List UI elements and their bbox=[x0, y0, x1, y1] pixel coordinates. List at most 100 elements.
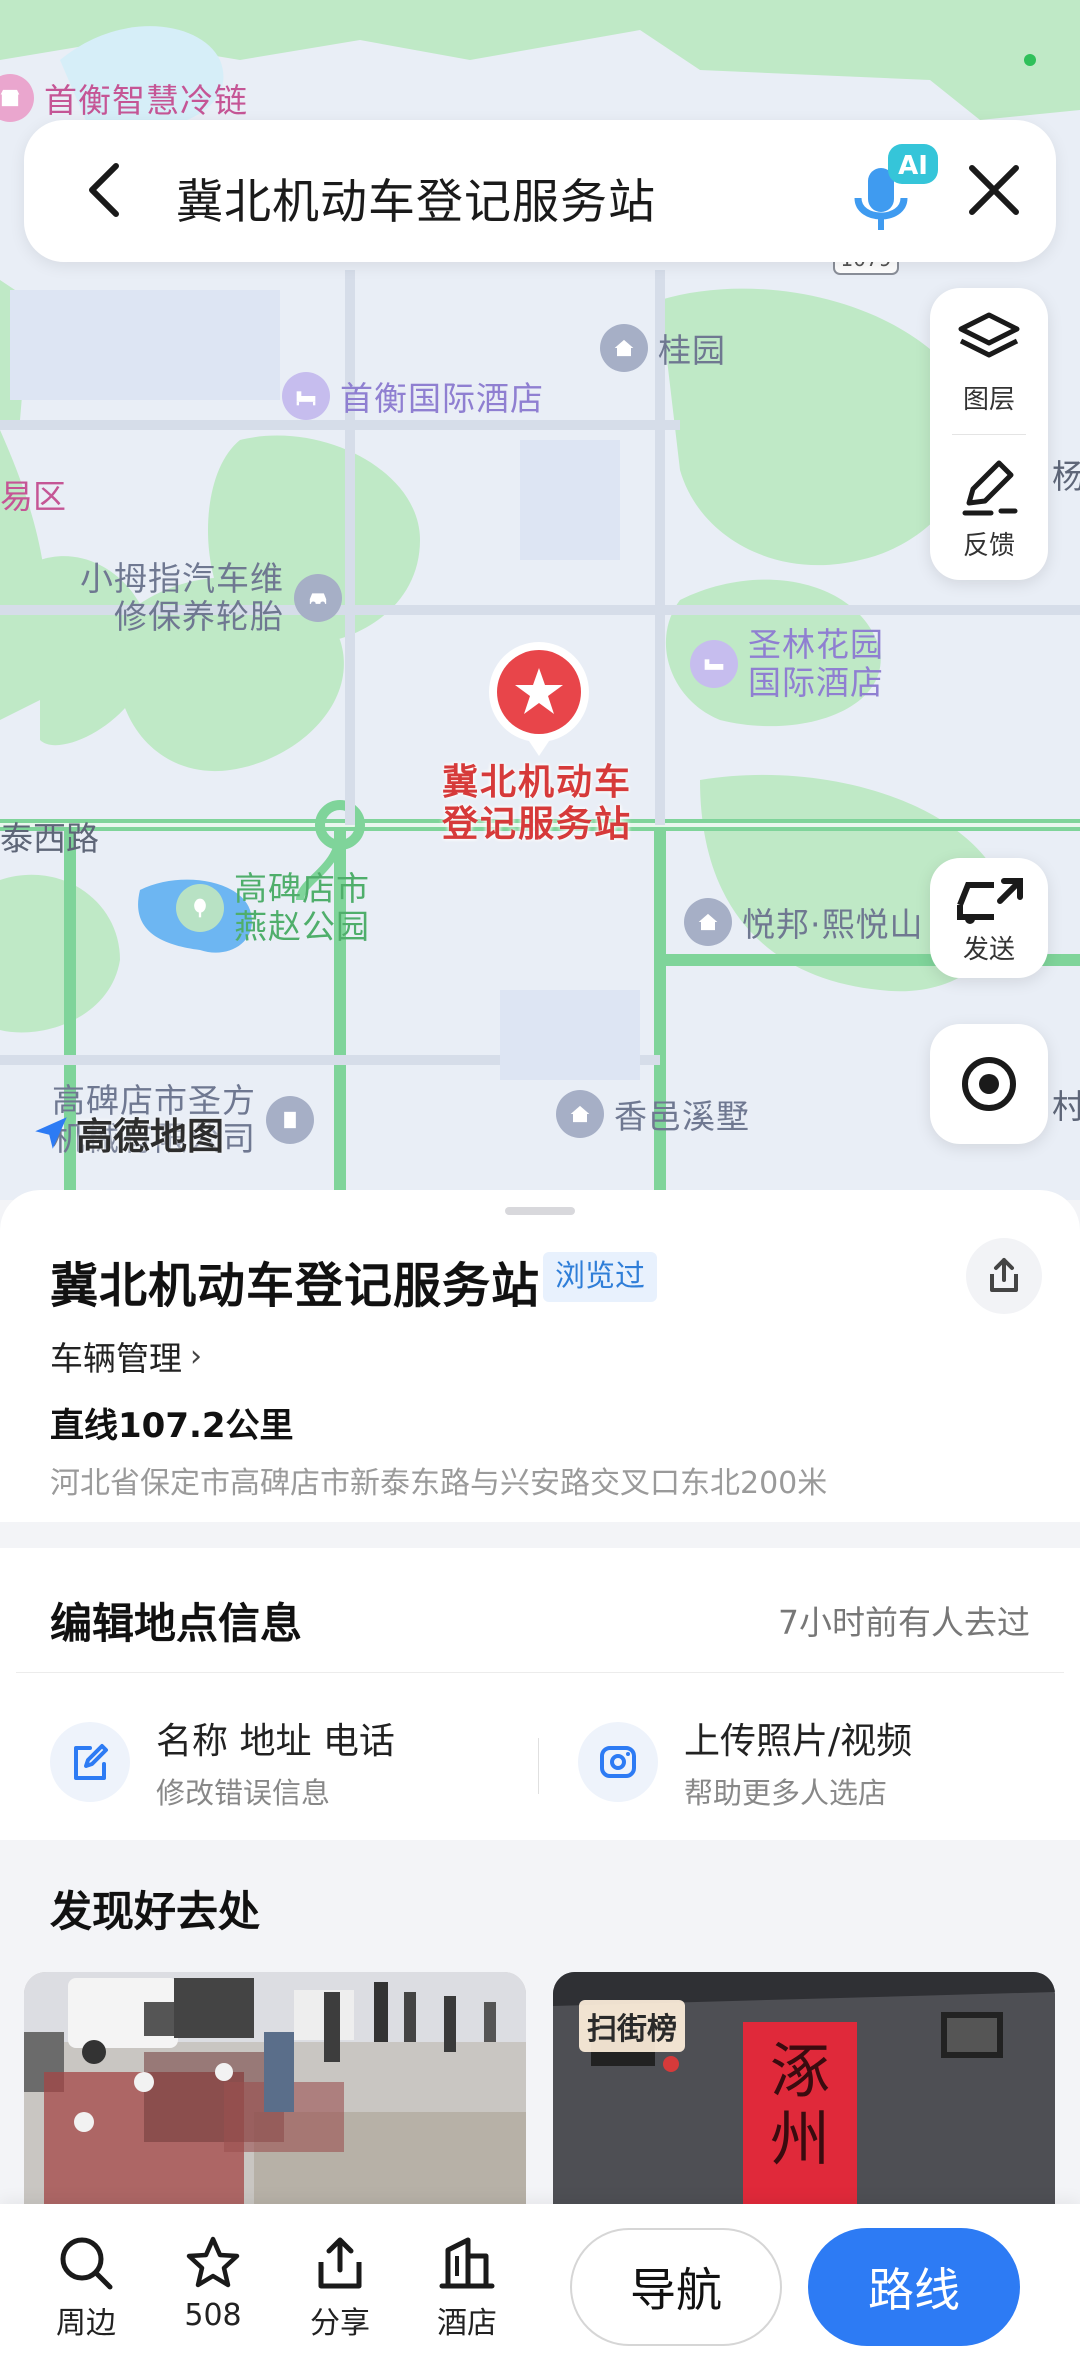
back-button[interactable] bbox=[64, 150, 144, 230]
close-button[interactable] bbox=[954, 150, 1034, 230]
layers-button[interactable]: 图层 bbox=[930, 288, 1048, 434]
edit-item1-subtitle: 修改错误信息 bbox=[156, 1776, 331, 1810]
route-button[interactable]: 路线 bbox=[808, 2228, 1020, 2346]
edit-item2-subtitle: 帮助更多人选店 bbox=[684, 1776, 888, 1810]
poster-char-1: 涿 bbox=[770, 2037, 830, 2107]
viewed-badge: 浏览过 bbox=[543, 1252, 657, 1302]
bottom-action-bar: 周边 508 分享 酒店 导航 路线 bbox=[0, 2204, 1080, 2374]
shop-icon bbox=[0, 74, 34, 122]
search-icon bbox=[60, 2237, 113, 2290]
residence-icon bbox=[600, 324, 648, 372]
logo-text: 高德地图 bbox=[76, 1115, 224, 1158]
share-label: 分享 bbox=[310, 2306, 370, 2341]
navigation-arrow-icon bbox=[35, 1117, 67, 1149]
favorite-count: 508 bbox=[184, 2298, 242, 2333]
poi-shouheng-hotel[interactable]: 首衡国际酒店 bbox=[282, 372, 544, 420]
locate-icon bbox=[962, 1057, 1016, 1111]
share-button[interactable]: 分享 bbox=[290, 2234, 390, 2342]
selected-place-marker[interactable] bbox=[487, 640, 591, 758]
feedback-button[interactable]: 反馈 bbox=[930, 434, 1048, 580]
discover-card-market[interactable] bbox=[24, 1972, 526, 2212]
layers-icon bbox=[958, 312, 1020, 357]
edit-item1-title: 名称 地址 电话 bbox=[156, 1721, 395, 1762]
poi-label-line2: 国际酒店 bbox=[748, 663, 884, 702]
place-title: 冀北机动车登记服务站 bbox=[50, 1258, 541, 1314]
company-icon bbox=[266, 1096, 314, 1144]
drag-handle[interactable] bbox=[505, 1207, 575, 1215]
poi-label: 悦邦·熙悦山 bbox=[742, 905, 924, 944]
marker-label: 冀北机动车 登记服务站 bbox=[432, 762, 642, 846]
chevron-right-icon: › bbox=[190, 1338, 202, 1374]
ai-voice-button[interactable]: AI bbox=[842, 142, 942, 242]
favorite-button[interactable]: 508 bbox=[163, 2234, 263, 2333]
poi-xiaomuzhi[interactable]: 小拇指汽车维 修保养轮胎 bbox=[80, 560, 352, 636]
car-service-icon bbox=[294, 574, 342, 622]
market-photo bbox=[24, 1972, 526, 2212]
upload-photo-video[interactable]: 上传照片/视频 帮助更多人选店 bbox=[578, 1712, 912, 1812]
distance: 直线107.2公里 bbox=[50, 1406, 294, 1446]
residence-icon bbox=[684, 898, 732, 946]
camera-icon bbox=[578, 1722, 658, 1802]
search-query[interactable]: 冀北机动车登记服务站 bbox=[176, 163, 656, 232]
visited-note: 7小时前有人去过 bbox=[778, 1603, 1030, 1642]
edit-info-title: 编辑地点信息 bbox=[50, 1599, 303, 1648]
send-to-car-button[interactable]: 发送 bbox=[930, 858, 1048, 978]
hotel-button[interactable]: 酒店 bbox=[417, 2234, 517, 2342]
poi-label: 香邑溪墅 bbox=[614, 1097, 750, 1136]
category-link[interactable]: 车辆管理 › bbox=[50, 1332, 202, 1380]
edit-item2-title: 上传照片/视频 bbox=[684, 1721, 913, 1762]
poi-label: 首衡智慧冷链 bbox=[44, 81, 248, 120]
residence-icon bbox=[556, 1090, 604, 1138]
tree-icon bbox=[176, 884, 224, 932]
poi-xiangyi[interactable]: 香邑溪墅 bbox=[556, 1090, 750, 1138]
poi-guiyuan[interactable]: 桂园 bbox=[600, 324, 726, 372]
place-info-card: 冀北机动车登记服务站 浏览过 车辆管理 › 直线107.2公里 河北省保定市高碑… bbox=[0, 1190, 1080, 1522]
locate-me-button[interactable] bbox=[930, 1024, 1048, 1144]
poi-yanzhao-park[interactable]: 高碑店市 燕赵公园 bbox=[176, 870, 370, 946]
edit-info-card: 编辑地点信息 7小时前有人去过 名称 地址 电话 修改错误信息 上传照片/视频 … bbox=[0, 1548, 1080, 1840]
vertical-divider bbox=[538, 1738, 539, 1794]
star-marker-icon bbox=[489, 642, 589, 756]
feedback-label: 反馈 bbox=[962, 530, 1015, 561]
discover-title: 发现好去处 bbox=[50, 1887, 261, 1936]
nearby-button[interactable]: 周边 bbox=[36, 2234, 136, 2342]
poi-shouheng-coldchain[interactable]: 首衡智慧冷链 bbox=[0, 74, 248, 122]
poi-label: 桂园 bbox=[658, 331, 726, 370]
map-tools-panel: 图层 反馈 bbox=[930, 288, 1048, 580]
nearby-label: 周边 bbox=[56, 2306, 116, 2341]
marker-label-line1: 冀北机动车 bbox=[441, 762, 632, 803]
edit-name-address-phone[interactable]: 名称 地址 电话 修改错误信息 bbox=[50, 1712, 395, 1812]
close-icon bbox=[969, 165, 1019, 215]
category-label: 车辆管理 bbox=[50, 1339, 182, 1378]
layers-label: 图层 bbox=[962, 384, 1015, 415]
microphone-ai-icon: AI bbox=[854, 144, 938, 230]
edge-label-cun: 村 bbox=[1052, 1087, 1080, 1126]
map-view[interactable]: 1079 首衡智慧冷链 桂园 首衡国际酒店 小拇指汽车维 修保养轮胎 圣林花园 … bbox=[0, 0, 1080, 1200]
road-label-taixi: 泰西路 bbox=[0, 819, 99, 858]
share-icon bbox=[318, 2237, 362, 2289]
poi-yuebang[interactable]: 悦邦·熙悦山 bbox=[684, 898, 924, 946]
poi-label-line2: 修保养轮胎 bbox=[114, 597, 284, 636]
navigate-button[interactable]: 导航 bbox=[570, 2228, 782, 2346]
send-label: 发送 bbox=[962, 934, 1015, 965]
poi-label: 首衡国际酒店 bbox=[340, 379, 544, 418]
area-label: 易区 bbox=[0, 477, 66, 516]
ai-badge: AI bbox=[898, 151, 928, 181]
edge-label-yang: 杨 bbox=[1052, 457, 1080, 496]
star-icon bbox=[186, 2236, 240, 2288]
chevron-left-icon bbox=[89, 163, 119, 217]
amap-logo: 高德地图 bbox=[30, 1106, 224, 1160]
discover-card-zhuozhou[interactable]: 涿 州 扫街榜 bbox=[553, 1972, 1055, 2212]
hotel-icon bbox=[282, 372, 330, 420]
send-to-car-icon bbox=[957, 877, 1023, 924]
poi-label-line2: 燕赵公园 bbox=[234, 907, 370, 946]
poster-char-2: 州 bbox=[770, 2105, 830, 2175]
share-place-button[interactable] bbox=[966, 1238, 1042, 1314]
poi-shenglin-hotel[interactable]: 圣林花园 国际酒店 bbox=[690, 626, 884, 702]
poi-label-line1: 小拇指汽车维 bbox=[80, 559, 284, 598]
divider bbox=[16, 1672, 1064, 1673]
poi-label-line1: 高碑店市 bbox=[234, 869, 370, 908]
search-bar[interactable]: 冀北机动车登记服务站 AI bbox=[24, 120, 1056, 262]
place-detail-sheet[interactable]: 冀北机动车登记服务站 浏览过 车辆管理 › 直线107.2公里 河北省保定市高碑… bbox=[0, 1190, 1080, 2374]
hotel-building-icon bbox=[439, 2237, 495, 2289]
